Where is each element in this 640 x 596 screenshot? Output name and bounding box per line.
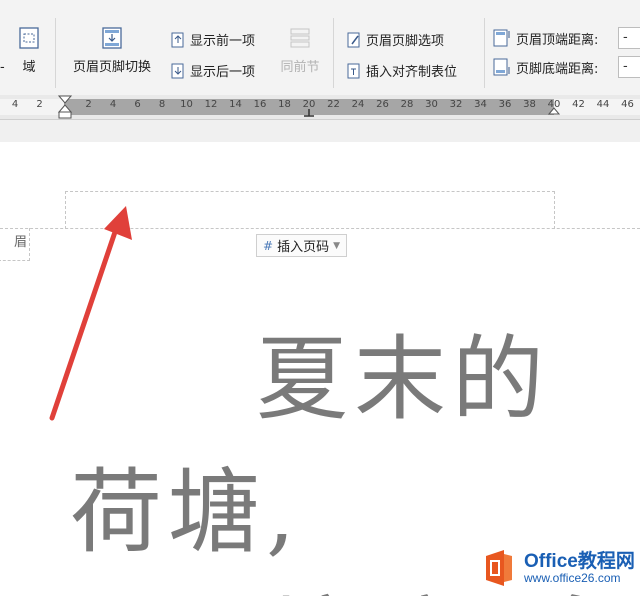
red-arrow-icon [49,206,132,421]
watermark-brand: Office教程网 [524,551,635,572]
office-logo-icon [486,550,512,586]
watermark-url: www.office26.com [524,571,621,585]
watermark: Office教程网 www.office26.com [470,540,640,596]
